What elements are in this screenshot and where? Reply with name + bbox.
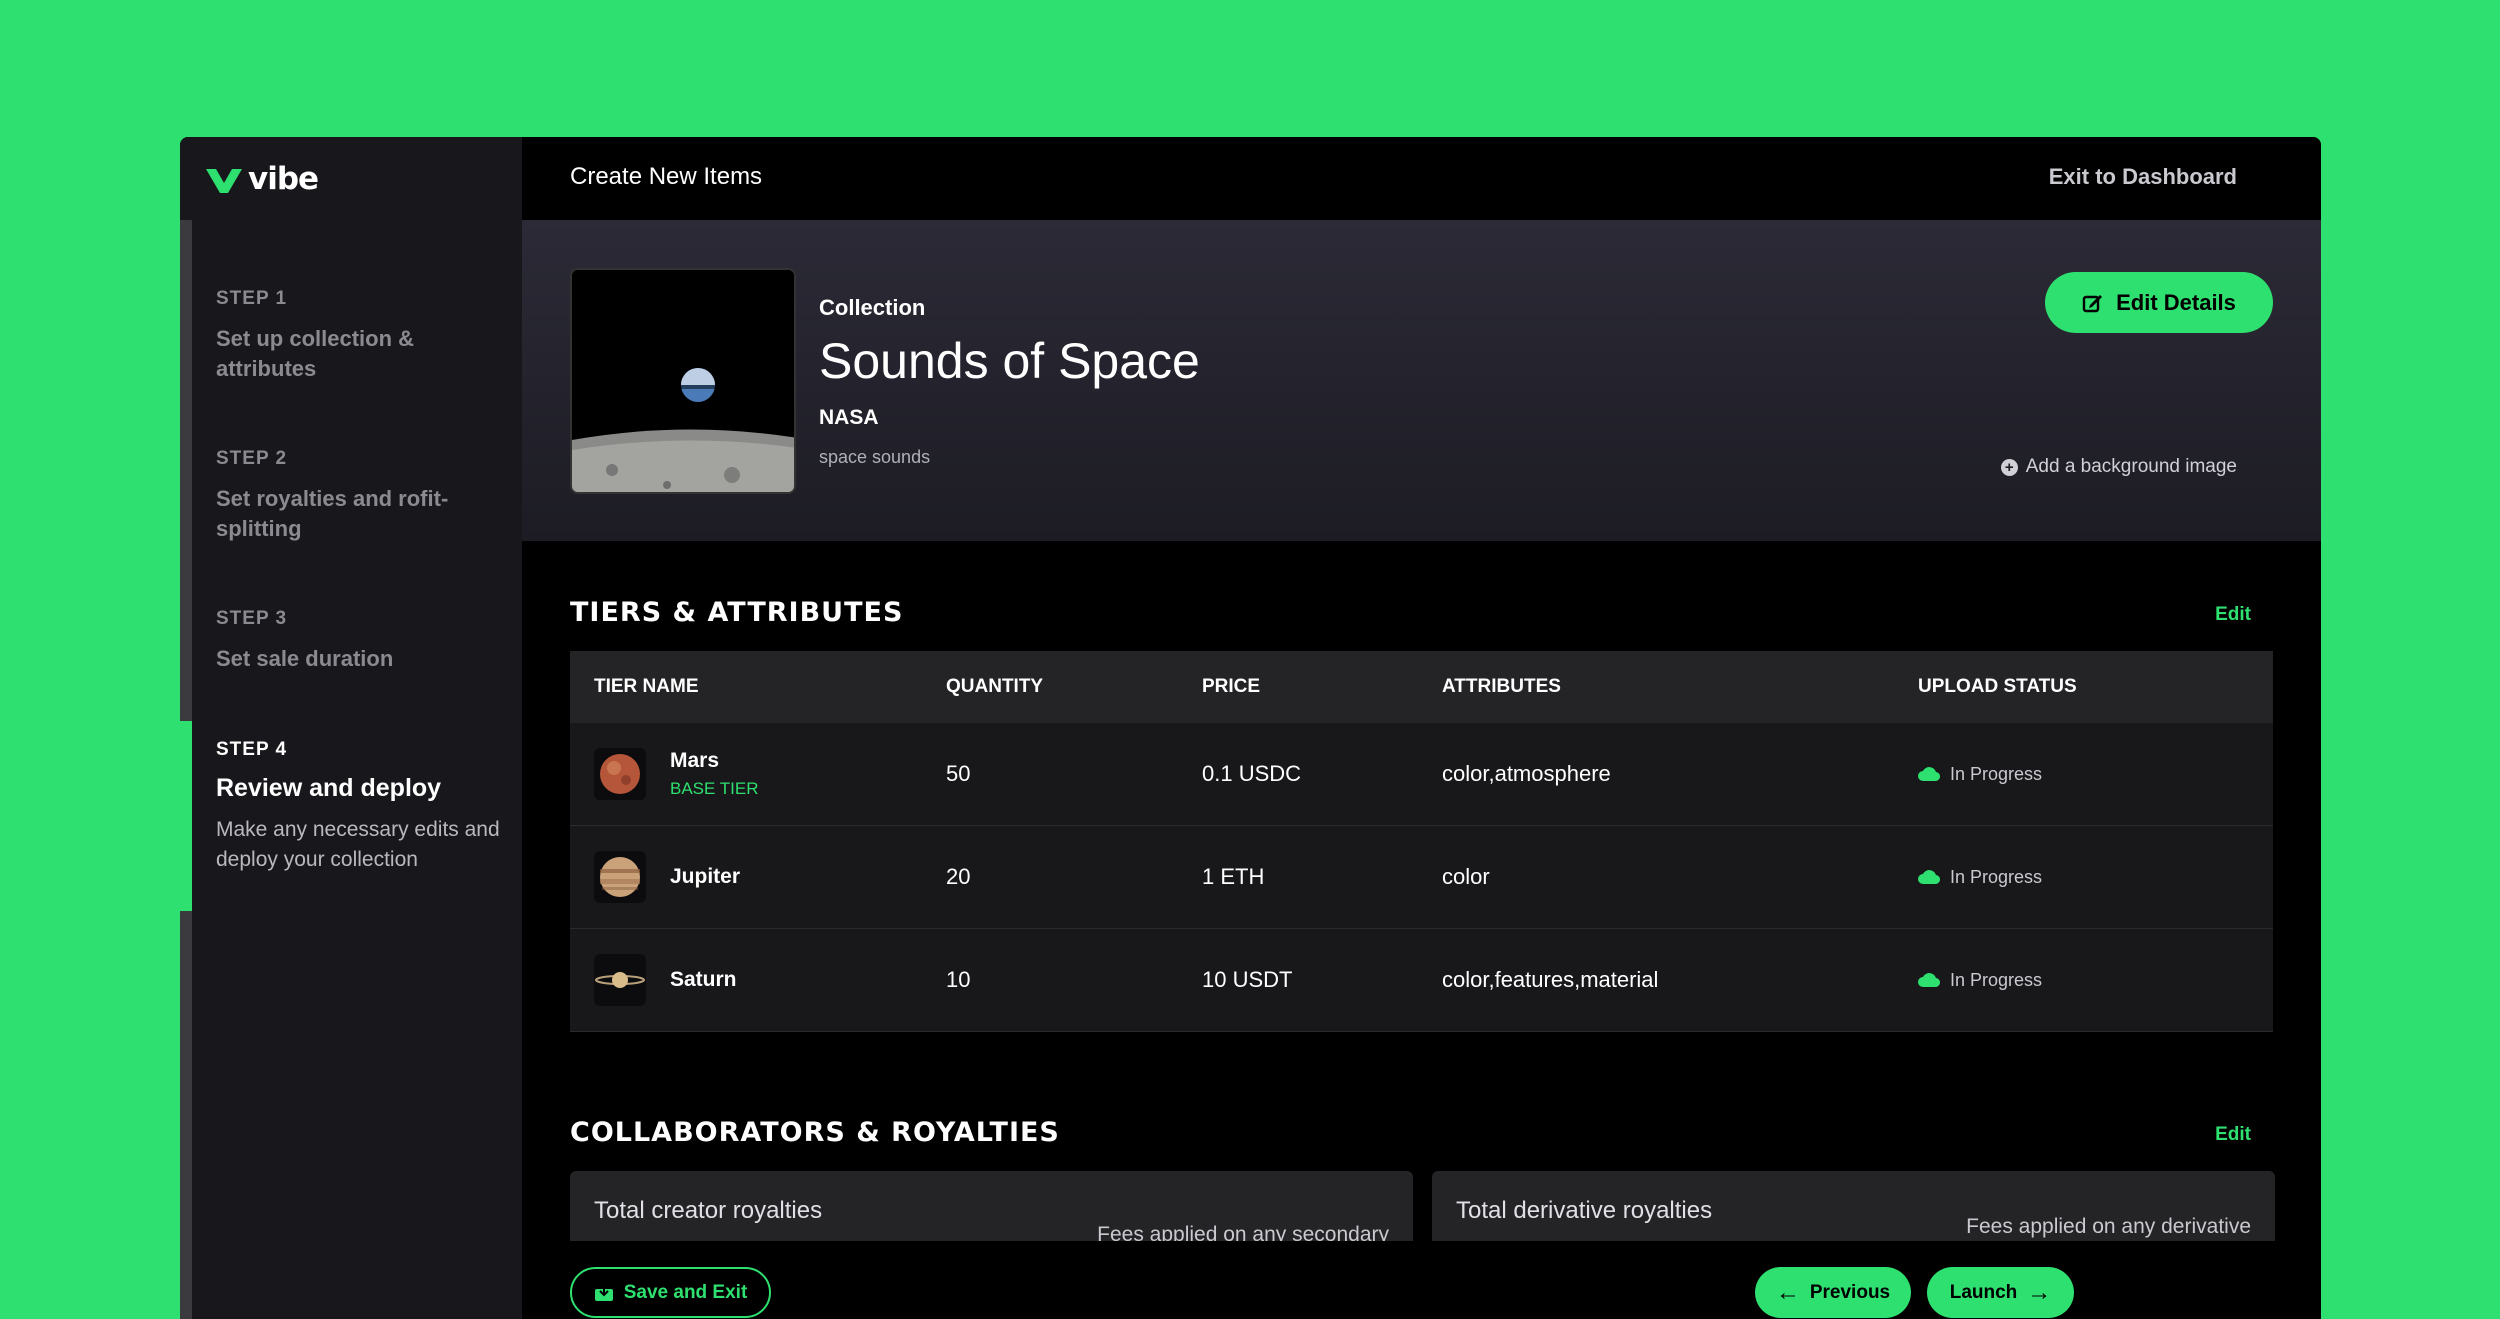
tier-price: 0.1 USDC [1202, 761, 1302, 786]
step-3[interactable]: STEP 3 Set sale duration [216, 608, 516, 674]
download-icon [594, 1284, 613, 1301]
upload-status: In Progress [1950, 866, 2043, 887]
step-number: STEP 2 [216, 448, 288, 469]
col-tier-name: TIER NAME [594, 676, 699, 697]
creator-royalties-title: Total creator royalties [594, 1197, 823, 1224]
step-description: Make any necessary edits and deploy your… [216, 818, 500, 871]
col-upload-status: UPLOAD STATUS [1918, 676, 2077, 697]
tiers-edit-link[interactable]: Edit [2215, 604, 2251, 626]
app-window: vibe STEP 1 Set up collection & attribut… [180, 137, 2321, 1319]
cloud-icon [1918, 767, 1940, 781]
step-title: Review and deploy [216, 774, 442, 802]
save-and-exit-label: Save and Exit [623, 1281, 748, 1303]
step-number: STEP 4 [216, 739, 288, 760]
collaborators-section-title: COLLABORATORS & ROYALTIES [570, 1117, 1060, 1148]
step-number: STEP 1 [216, 288, 288, 309]
tier-attributes: color,features,material [1442, 967, 1659, 992]
table-row[interactable]: Mars BASE TIER 50 0.1 USDC color,atmosph… [570, 723, 2273, 826]
tier-quantity: 50 [946, 761, 971, 786]
step-progress-active [180, 721, 192, 911]
page-title: Create New Items [570, 163, 763, 190]
step-number: STEP 3 [216, 608, 288, 629]
col-attributes: ATTRIBUTES [1442, 676, 1561, 697]
derivative-royalties-description: Fees applied on any derivative [1966, 1215, 2251, 1238]
tier-quantity: 10 [946, 967, 971, 992]
arrow-left-icon: ← [1775, 1278, 1800, 1306]
save-and-exit-button[interactable]: Save and Exit [570, 1267, 771, 1318]
table-row[interactable]: Saturn 10 10 USDT color,features,materia… [570, 929, 2273, 1032]
plus-circle-icon: + [2000, 458, 2018, 476]
add-background-label: Add a background image [2025, 456, 2237, 477]
collection-label: Collection [819, 295, 926, 320]
logo[interactable]: vibe [204, 159, 319, 199]
tier-name: Jupiter [670, 865, 741, 888]
exit-dashboard-link[interactable]: Exit to Dashboard [2049, 164, 2237, 190]
collaborators-edit-link[interactable]: Edit [2215, 1124, 2251, 1146]
footer-bar: Save and Exit ← Previous Launch → [522, 1241, 2321, 1319]
tier-price: 10 USDT [1202, 967, 1293, 992]
tier-quantity: 20 [946, 864, 971, 889]
tier-price: 1 ETH [1202, 864, 1265, 889]
launch-button[interactable]: Launch → [1927, 1267, 2074, 1318]
tier-name: Saturn [670, 968, 737, 991]
step-2[interactable]: STEP 2 Set royalties and rofit-splitting [216, 448, 516, 544]
tier-name: Mars [670, 749, 720, 772]
previous-label: Previous [1809, 1281, 1891, 1303]
table-row[interactable]: Jupiter 20 1 ETH color In Progress [570, 826, 2273, 929]
edit-icon [2082, 294, 2103, 312]
launch-label: Launch [1949, 1281, 2018, 1303]
earthrise-image [572, 270, 794, 492]
cloud-icon [1918, 870, 1940, 884]
arrow-right-icon: → [2027, 1278, 2052, 1306]
mars-icon [594, 748, 646, 800]
col-quantity: QUANTITY [946, 676, 1044, 697]
collection-creator: NASA [819, 406, 879, 429]
edit-details-button[interactable]: Edit Details [2045, 272, 2273, 333]
jupiter-icon [594, 851, 646, 903]
tiers-table: TIER NAME QUANTITY PRICE ATTRIBUTES UPLO… [570, 651, 2273, 1032]
collection-description: space sounds [819, 447, 931, 467]
step-title: Set royalties and rofit-splitting [216, 486, 449, 541]
upload-status: In Progress [1950, 969, 2043, 990]
vibe-logo-icon [206, 169, 242, 193]
tier-badge: BASE TIER [670, 779, 759, 798]
table-header: TIER NAME QUANTITY PRICE ATTRIBUTES UPLO… [570, 651, 2273, 723]
tier-attributes: color [1442, 864, 1490, 889]
collection-name: Sounds of Space [819, 333, 1200, 389]
cloud-icon [1918, 973, 1940, 987]
add-background-button[interactable]: + Add a background image [2000, 456, 2237, 478]
previous-button[interactable]: ← Previous [1755, 1267, 1911, 1318]
step-title: Set sale duration [216, 646, 394, 671]
collection-header: Collection Sounds of Space NASA space so… [522, 220, 2321, 541]
step-4[interactable]: STEP 4 Review and deploy Make any necess… [216, 739, 516, 875]
tiers-section-title: TIERS & ATTRIBUTES [570, 597, 904, 628]
upload-status: In Progress [1950, 763, 2043, 784]
derivative-royalties-title: Total derivative royalties [1456, 1197, 1713, 1224]
brand-name: vibe [248, 161, 319, 197]
top-bar: Create New Items Exit to Dashboard [522, 137, 2321, 220]
sidebar: vibe STEP 1 Set up collection & attribut… [180, 137, 522, 1319]
collection-cover-image [570, 268, 796, 494]
col-price: PRICE [1202, 676, 1261, 697]
tier-attributes: color,atmosphere [1442, 761, 1611, 786]
step-title: Set up collection & attributes [216, 326, 415, 381]
saturn-icon [594, 954, 646, 1006]
edit-details-label: Edit Details [2116, 289, 2236, 315]
step-1[interactable]: STEP 1 Set up collection & attributes [216, 288, 516, 384]
